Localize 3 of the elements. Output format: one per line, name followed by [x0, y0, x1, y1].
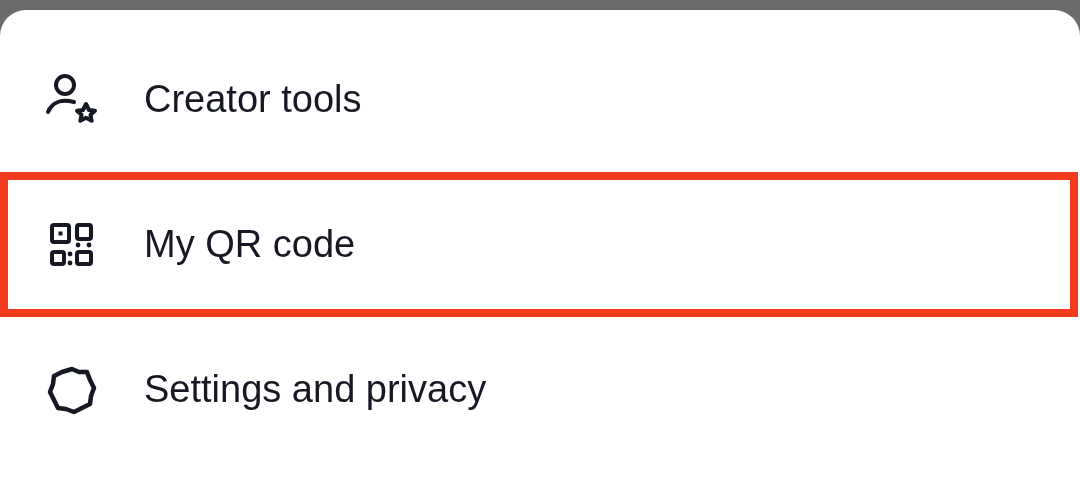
menu-item[interactable]: Creator tools	[0, 27, 1080, 172]
menu-item[interactable]: Settings and privacy	[0, 317, 1080, 462]
menu-item[interactable]: My QR code	[0, 172, 1078, 317]
